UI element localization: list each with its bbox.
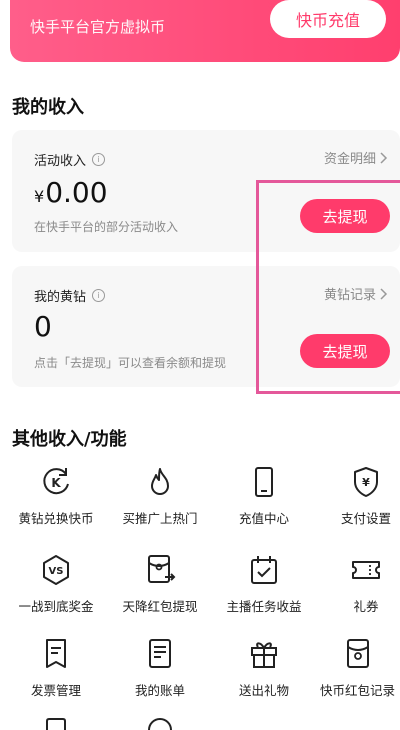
grid-item-vs-bonus[interactable]: VS 一战到底奖金 bbox=[6, 553, 106, 615]
highlight-box bbox=[256, 180, 400, 394]
invoice-icon bbox=[46, 639, 66, 668]
grid-label: 主播任务收益 bbox=[226, 599, 302, 614]
phone-icon bbox=[255, 467, 273, 497]
vs-icon: VS bbox=[43, 555, 69, 585]
grid-item-promote[interactable]: 买推广上热门 bbox=[110, 465, 210, 527]
svg-text:K: K bbox=[51, 476, 61, 490]
grid-item-payment-settings[interactable]: ¥ 支付设置 bbox=[316, 465, 400, 527]
grid-item-partial[interactable] bbox=[6, 718, 106, 730]
grid-label: 买推广上热门 bbox=[122, 511, 198, 526]
grid-item-invoice[interactable]: 发票管理 bbox=[6, 637, 106, 699]
grid-item-coupon[interactable]: 礼券 bbox=[316, 553, 400, 615]
grid-item-recharge-center[interactable]: 充值中心 bbox=[214, 465, 314, 527]
activity-income-title: 活动收入 bbox=[34, 154, 87, 169]
bill-icon bbox=[149, 639, 171, 668]
grid-label: 发票管理 bbox=[30, 683, 81, 698]
grid-item-anchor-task[interactable]: 主播任务收益 bbox=[214, 553, 314, 615]
grid-label: 礼券 bbox=[353, 599, 379, 614]
activity-amount: ¥0.00 bbox=[34, 176, 108, 209]
grid-label: 充值中心 bbox=[238, 511, 289, 526]
document-icon bbox=[46, 718, 66, 730]
grid-label: 支付设置 bbox=[340, 511, 391, 526]
grid-label: 送出礼物 bbox=[238, 683, 289, 698]
grid-label: 一战到底奖金 bbox=[18, 599, 94, 614]
grid-label: 天降红包提现 bbox=[122, 599, 198, 614]
other-income-title: 其他收入/功能 bbox=[12, 429, 127, 450]
grid-label: 我的账单 bbox=[134, 683, 185, 698]
info-icon[interactable]: i bbox=[92, 289, 106, 302]
diamond-desc: 点击「去提现」可以查看余额和提现 bbox=[34, 356, 227, 370]
grid-item-partial[interactable] bbox=[110, 718, 210, 730]
coin-red-packet-icon bbox=[347, 639, 369, 668]
grid-label: 黄钻兑换快币 bbox=[18, 511, 94, 526]
diamond-amount: 0 bbox=[34, 310, 52, 343]
grid-item-diamond-exchange[interactable]: K 黄钻兑换快币 bbox=[6, 465, 106, 527]
my-income-title: 我的收入 bbox=[12, 97, 84, 118]
gift-icon bbox=[251, 642, 277, 668]
info-icon[interactable]: i bbox=[92, 153, 106, 166]
calendar-check-icon bbox=[251, 556, 277, 584]
fund-detail-label: 资金明细 bbox=[323, 152, 376, 167]
svg-text:¥: ¥ bbox=[362, 476, 370, 489]
circle-icon bbox=[148, 718, 172, 730]
grid-item-my-bill[interactable]: 我的账单 bbox=[110, 637, 210, 699]
red-packet-withdraw-icon bbox=[148, 555, 176, 583]
diamond-title: 我的黄钻 bbox=[34, 290, 87, 305]
grid-label: 快币红包记录 bbox=[320, 683, 396, 698]
grid-item-red-packet-withdraw[interactable]: 天降红包提现 bbox=[110, 553, 210, 615]
flame-icon bbox=[151, 468, 169, 495]
activity-income-label: 活动收入 i bbox=[34, 150, 106, 169]
ticket-icon bbox=[352, 561, 380, 579]
yuan-shield-icon: ¥ bbox=[354, 467, 378, 497]
recharge-button[interactable]: 快币充值 bbox=[270, 0, 386, 38]
diamond-label: 我的黄钻 i bbox=[34, 286, 106, 305]
activity-amount-value: 0.00 bbox=[45, 176, 108, 209]
grid-item-send-gift[interactable]: 送出礼物 bbox=[214, 637, 314, 699]
currency-symbol: ¥ bbox=[34, 187, 45, 206]
grid-item-coin-red-packet[interactable]: 快币红包记录 bbox=[316, 637, 400, 699]
fund-detail-link[interactable]: 资金明细 bbox=[324, 148, 388, 167]
banner-text: 快手平台官方虚拟币 bbox=[30, 18, 166, 36]
activity-desc: 在快手平台的部分活动收入 bbox=[34, 220, 179, 234]
svg-text:VS: VS bbox=[49, 566, 64, 577]
chevron-right-icon bbox=[380, 151, 388, 164]
exchange-k-icon: K bbox=[43, 468, 69, 495]
